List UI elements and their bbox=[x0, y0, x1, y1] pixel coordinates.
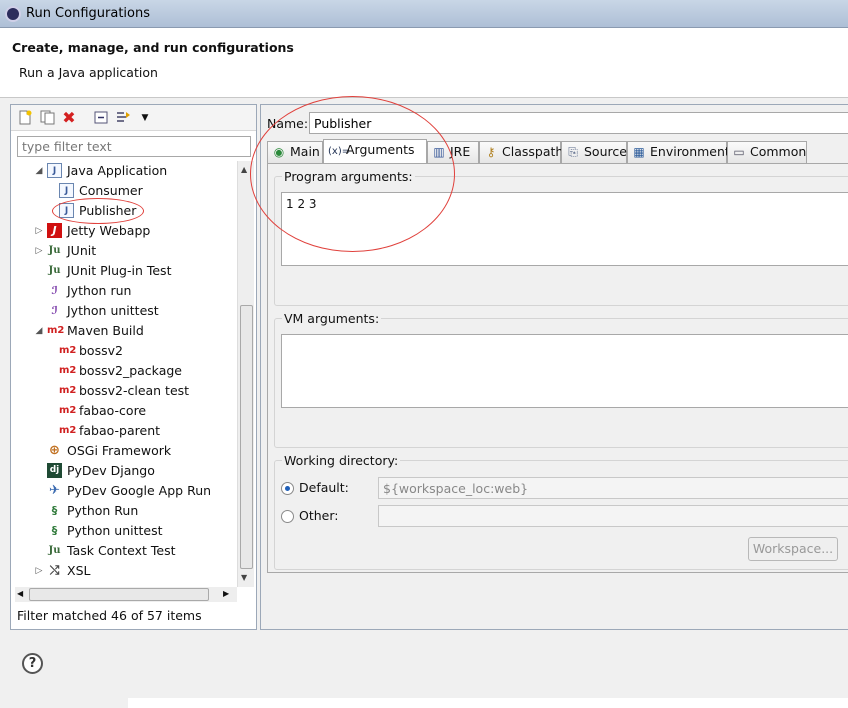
tree-item-fabao-core[interactable]: m2 fabao-core bbox=[57, 401, 146, 421]
dialog-title: Create, manage, and run configurations bbox=[12, 40, 294, 55]
django-icon: dj bbox=[47, 463, 62, 478]
maven-icon: m2 bbox=[59, 405, 77, 416]
tree-item-jython-run[interactable]: ℐ Jython run bbox=[45, 281, 131, 301]
python-icon: § bbox=[51, 504, 58, 517]
tree-item-java-application[interactable]: ◢ J Java Application bbox=[33, 161, 167, 181]
osgi-icon: ⊕ bbox=[49, 443, 60, 458]
jython-icon: ℐ bbox=[51, 284, 58, 297]
tab-common[interactable]: ▭ Common bbox=[727, 141, 807, 163]
expand-arrow-icon[interactable]: ▷ bbox=[33, 561, 45, 581]
vm-args-field[interactable] bbox=[281, 334, 848, 408]
tree-item-jetty-webapp[interactable]: ▷ J Jetty Webapp bbox=[33, 221, 150, 241]
default-dir-input[interactable] bbox=[378, 477, 848, 499]
scroll-thumb[interactable] bbox=[240, 305, 253, 569]
other-radio[interactable] bbox=[281, 510, 294, 523]
tree-item-junit-plugin-test[interactable]: Ju JUnit Plug-in Test bbox=[45, 261, 171, 281]
xsl-icon: ⤭ bbox=[49, 563, 60, 577]
maven-icon: m2 bbox=[59, 425, 77, 436]
annotation-circle-publisher bbox=[52, 198, 144, 224]
vm-args-label: VM arguments: bbox=[282, 311, 382, 326]
maven-icon: m2 bbox=[59, 345, 77, 356]
tree-item-maven-build[interactable]: ◢ m2 Maven Build bbox=[33, 321, 144, 341]
default-label: Default: bbox=[299, 480, 349, 495]
java-file-icon: J bbox=[59, 183, 74, 198]
workspace-button[interactable]: Workspace... bbox=[748, 537, 838, 561]
google-app-icon: ✈ bbox=[49, 483, 60, 498]
junit-icon: Ju bbox=[48, 245, 61, 256]
junit-plugin-icon: Ju bbox=[48, 265, 61, 276]
tree-item-bossv2-package[interactable]: m2 bossv2_package bbox=[57, 361, 182, 381]
tree-item-fabao-parent[interactable]: m2 fabao-parent bbox=[57, 421, 160, 441]
collapse-all-icon[interactable] bbox=[93, 110, 109, 126]
title-bar: Run Configurations bbox=[0, 0, 848, 28]
maven-icon: m2 bbox=[59, 365, 77, 376]
working-dir-group: Working directory: Default: Other: Works… bbox=[274, 453, 848, 570]
tab-environment[interactable]: ▦ Environment bbox=[627, 141, 730, 163]
tree-item-pydev-django[interactable]: dj PyDev Django bbox=[45, 461, 155, 481]
tree-item-task-context-test[interactable]: Ju Task Context Test bbox=[45, 541, 175, 561]
tab-source[interactable]: ⎘ Source bbox=[561, 141, 627, 163]
tree-vertical-scrollbar[interactable]: ▲ ▼ bbox=[237, 161, 254, 587]
source-tab-icon: ⎘ bbox=[568, 145, 578, 159]
annotation-circle-arguments bbox=[250, 96, 455, 252]
expand-arrow-icon[interactable]: ▷ bbox=[33, 221, 45, 241]
collapse-arrow-icon[interactable]: ◢ bbox=[33, 321, 45, 341]
jetty-icon: J bbox=[47, 223, 62, 238]
dialog-subtitle: Run a Java application bbox=[19, 65, 158, 80]
maven-icon: m2 bbox=[59, 385, 77, 396]
collapse-arrow-icon[interactable]: ◢ bbox=[33, 161, 45, 181]
other-dir-input[interactable] bbox=[378, 505, 848, 527]
java-app-icon: J bbox=[47, 163, 62, 178]
tree-item-python-run[interactable]: § Python Run bbox=[45, 501, 139, 521]
scroll-right-icon[interactable]: ▶ bbox=[223, 589, 229, 598]
help-icon[interactable]: ? bbox=[22, 653, 43, 674]
classpath-tab-icon: ⚷ bbox=[486, 145, 496, 159]
tree-item-junit[interactable]: ▷ Ju JUnit bbox=[33, 241, 97, 261]
filter-icon[interactable] bbox=[115, 110, 131, 126]
tree-item-python-unittest[interactable]: § Python unittest bbox=[45, 521, 163, 541]
common-tab-icon: ▭ bbox=[733, 145, 745, 159]
task-context-icon: Ju bbox=[48, 545, 61, 556]
config-tree: ◢ J Java Application J Consumer J Publisher … bbox=[15, 161, 237, 585]
config-tree-panel: ✖ ▼ ◢JJava Application JConsumer JPublis… bbox=[10, 104, 257, 630]
vm-args-group: VM arguments: bbox=[274, 311, 848, 448]
duplicate-icon[interactable] bbox=[39, 110, 55, 126]
other-label: Other: bbox=[299, 508, 339, 523]
tree-item-bossv2-clean-test[interactable]: m2 bossv2-clean test bbox=[57, 381, 189, 401]
python-unittest-icon: § bbox=[51, 524, 58, 537]
filter-input[interactable] bbox=[17, 136, 251, 157]
bottom-strip bbox=[128, 698, 848, 708]
jython-unittest-icon: ℐ bbox=[51, 304, 58, 317]
scroll-up-icon[interactable]: ▲ bbox=[241, 165, 247, 174]
tree-item-osgi-framework[interactable]: ⊕ OSGi Framework bbox=[45, 441, 171, 461]
maven-icon: m2 bbox=[47, 325, 65, 336]
scroll-down-icon[interactable]: ▼ bbox=[241, 573, 247, 582]
tree-item-jython-unittest[interactable]: ℐ Jython unittest bbox=[45, 301, 158, 321]
working-dir-label: Working directory: bbox=[282, 453, 401, 468]
tree-item-xsl[interactable]: ▷ ⤭ XSL bbox=[33, 561, 91, 581]
default-radio[interactable] bbox=[281, 482, 294, 495]
window-title: Run Configurations bbox=[26, 6, 150, 21]
dialog-header: Create, manage, and run configurations R… bbox=[0, 28, 848, 98]
tree-item-bossv2[interactable]: m2 bossv2 bbox=[57, 341, 123, 361]
dropdown-icon[interactable]: ▼ bbox=[137, 110, 153, 126]
delete-icon[interactable]: ✖ bbox=[61, 110, 77, 126]
eclipse-icon bbox=[5, 6, 21, 22]
scroll-left-icon[interactable]: ◀ bbox=[17, 589, 23, 598]
tree-toolbar: ✖ ▼ bbox=[11, 105, 256, 131]
new-config-icon[interactable] bbox=[17, 110, 33, 126]
tree-item-pydev-google-app-run[interactable]: ✈ PyDev Google App Run bbox=[45, 481, 211, 501]
tab-classpath[interactable]: ⚷ Classpath bbox=[479, 141, 563, 163]
filter-status: Filter matched 46 of 57 items bbox=[17, 608, 202, 623]
expand-arrow-icon[interactable]: ▷ bbox=[33, 241, 45, 261]
environment-tab-icon: ▦ bbox=[633, 145, 645, 159]
scroll-thumb[interactable] bbox=[29, 588, 209, 601]
tree-horizontal-scrollbar[interactable]: ◀ ▶ bbox=[15, 587, 237, 602]
